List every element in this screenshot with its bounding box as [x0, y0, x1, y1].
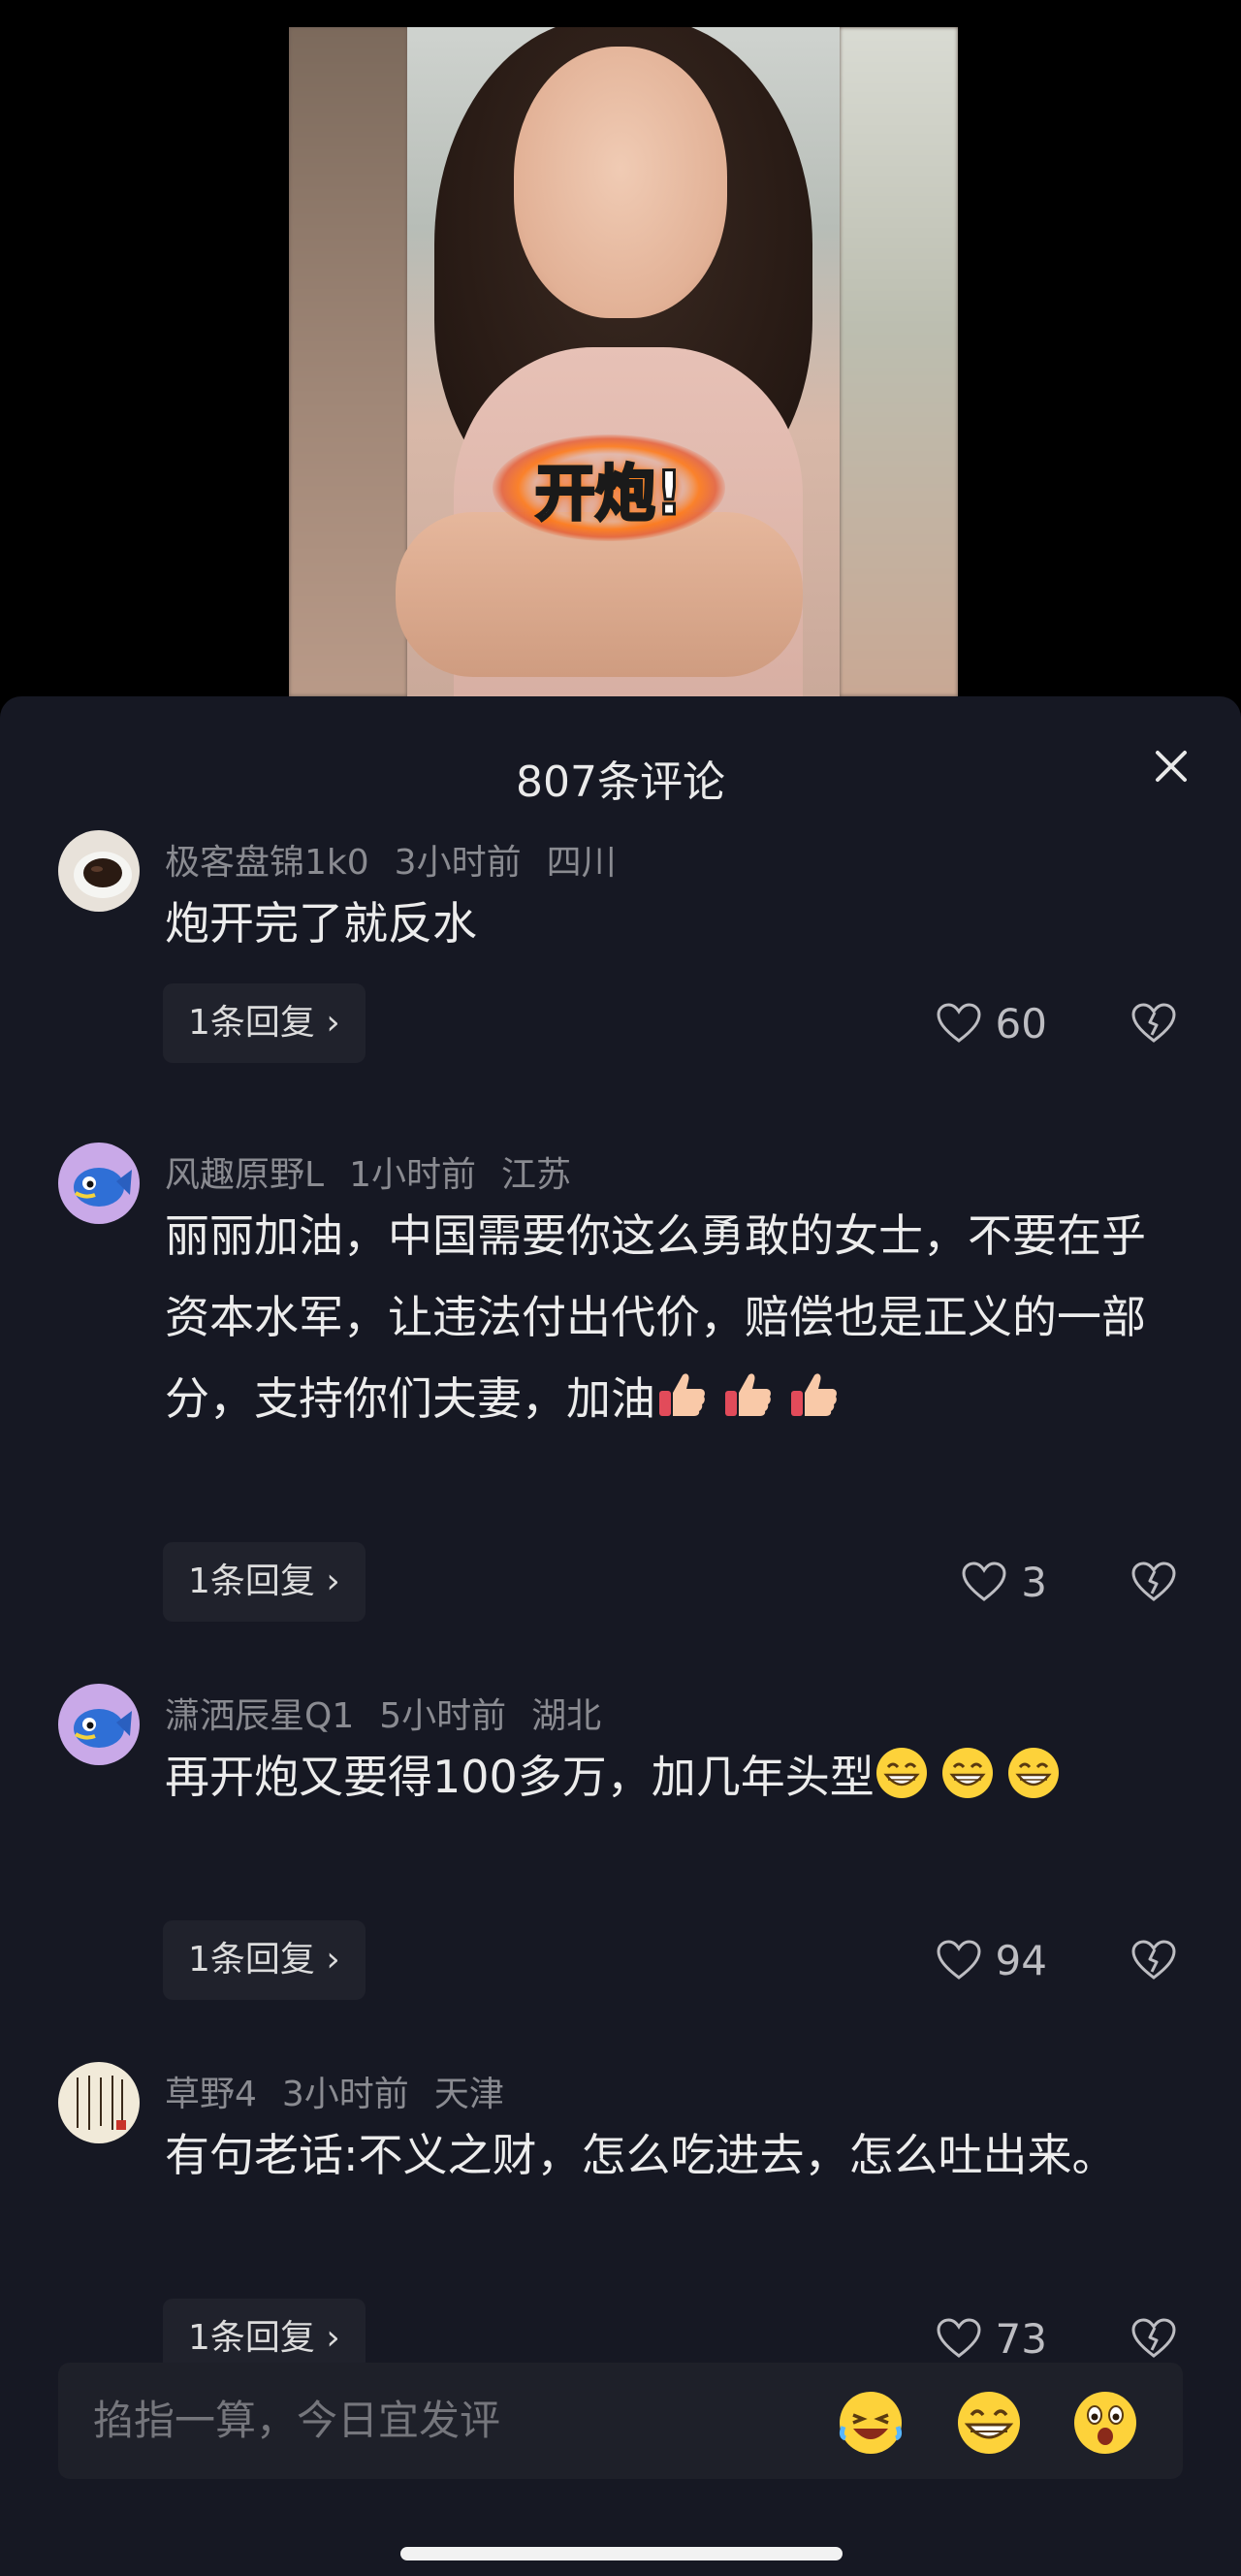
comment-time: 3小时前 [394, 843, 522, 883]
reply-button[interactable]: 1条回复 › [163, 1542, 366, 1622]
comment-text-content: 炮开完了就反水 [165, 897, 477, 950]
like-button[interactable]: 60 [936, 983, 1047, 1063]
grinning-emoji-icon [941, 1748, 993, 1798]
comment-time: 5小时前 [379, 1696, 507, 1736]
broken-heart-icon [1131, 1003, 1176, 1043]
like-count: 60 [995, 999, 1047, 1047]
panel-title: 807条评论 [516, 757, 725, 807]
video-player[interactable]: 开炮! [289, 27, 958, 696]
dislike-button[interactable] [1130, 1920, 1177, 2000]
like-button[interactable]: 3 [961, 1542, 1047, 1622]
comment-input[interactable]: 掐指一算，今日宜发评 [58, 2363, 1183, 2479]
grinning-emoji-icon[interactable] [954, 2388, 1024, 2458]
like-count: 73 [995, 2314, 1047, 2363]
home-indicator[interactable] [400, 2547, 843, 2560]
thumbs-up-emoji-icon [725, 1373, 771, 1416]
coffee-cup-icon [58, 830, 140, 912]
video-blur-left [289, 27, 407, 696]
dislike-button[interactable] [1130, 1542, 1177, 1622]
comment-time: 1小时前 [349, 1155, 476, 1195]
avatar[interactable] [58, 2062, 140, 2143]
comment-meta: 风趣原野L 1小时前 江苏 [165, 1146, 596, 1197]
video-blur-right [840, 27, 958, 696]
comments-panel: 807条评论 极客盘锦1k03小时前四川 炮开完了就反水 1条回复 › 60 [0, 696, 1241, 2576]
heart-icon [937, 2318, 981, 2358]
comment-text: 再开炮又要得100多万，加几年头型 [165, 1736, 1173, 1818]
comment-text: 炮开完了就反水 [165, 883, 1173, 964]
comment-meta: 草野4 3小时前 天津 [165, 2066, 529, 2116]
thumbs-up-emoji-icon [791, 1373, 837, 1416]
fish-avatar-icon [58, 1684, 140, 1765]
comment-username[interactable]: 风趣原野L [165, 1155, 324, 1195]
heart-icon [937, 1940, 981, 1980]
comment-text-content: 再开炮又要得100多万，加几年头型 [165, 1751, 875, 1803]
comment-text: 有句老话:不义之财，怎么吃进去，怎么吐出来。 [165, 2114, 1173, 2196]
comment-location: 湖北 [531, 1696, 602, 1736]
broken-heart-icon [1131, 2318, 1176, 2358]
calligraphy-avatar-icon [58, 2062, 140, 2143]
heart-icon [937, 1003, 981, 1043]
thumbs-up-emoji-icon [659, 1373, 705, 1416]
comment-time: 3小时前 [281, 2075, 409, 2114]
sticker-text: 开炮! [533, 457, 684, 531]
comment-location: 天津 [433, 2075, 504, 2114]
dislike-button[interactable] [1130, 983, 1177, 1063]
avatar[interactable] [58, 830, 140, 912]
avatar[interactable] [58, 1143, 140, 1224]
video-sticker: 开炮! [493, 435, 725, 541]
heart-icon [962, 1562, 1006, 1601]
comment-username[interactable]: 极客盘锦1k0 [165, 843, 369, 883]
surprised-emoji-icon[interactable] [1070, 2388, 1140, 2458]
comment-meta: 潇洒辰星Q1 5小时前 湖北 [165, 1688, 626, 1738]
comment-meta: 极客盘锦1k0 3小时前 四川 [165, 834, 642, 885]
close-icon[interactable] [1148, 743, 1194, 789]
like-count: 3 [1021, 1558, 1047, 1606]
avatar[interactable] [58, 1684, 140, 1765]
like-count: 94 [995, 1936, 1047, 1984]
broken-heart-icon [1131, 1562, 1176, 1601]
like-button[interactable]: 94 [936, 1920, 1047, 2000]
comment-input-placeholder: 掐指一算，今日宜发评 [93, 2397, 501, 2444]
reply-button[interactable]: 1条回复 › [163, 983, 366, 1063]
comment-text: 丽丽加油，中国需要你这么勇敢的女士，不要在乎资本水军，让违法付出代价，赔偿也是正… [165, 1195, 1173, 1439]
grinning-emoji-icon [1007, 1748, 1059, 1798]
broken-heart-icon [1131, 1940, 1176, 1980]
comment-username[interactable]: 潇洒辰星Q1 [165, 1696, 354, 1736]
laughing-emoji-icon[interactable] [836, 2388, 906, 2458]
comment-location: 江苏 [500, 1155, 571, 1195]
fish-avatar-icon [58, 1143, 140, 1224]
comment-text-content: 有句老话:不义之财，怎么吃进去，怎么吐出来。 [165, 2129, 1117, 2181]
comment-username[interactable]: 草野4 [165, 2075, 257, 2114]
comment-location: 四川 [546, 843, 617, 883]
video-person-face [514, 47, 727, 318]
reply-button[interactable]: 1条回复 › [163, 1920, 366, 2000]
grinning-emoji-icon [875, 1748, 927, 1798]
